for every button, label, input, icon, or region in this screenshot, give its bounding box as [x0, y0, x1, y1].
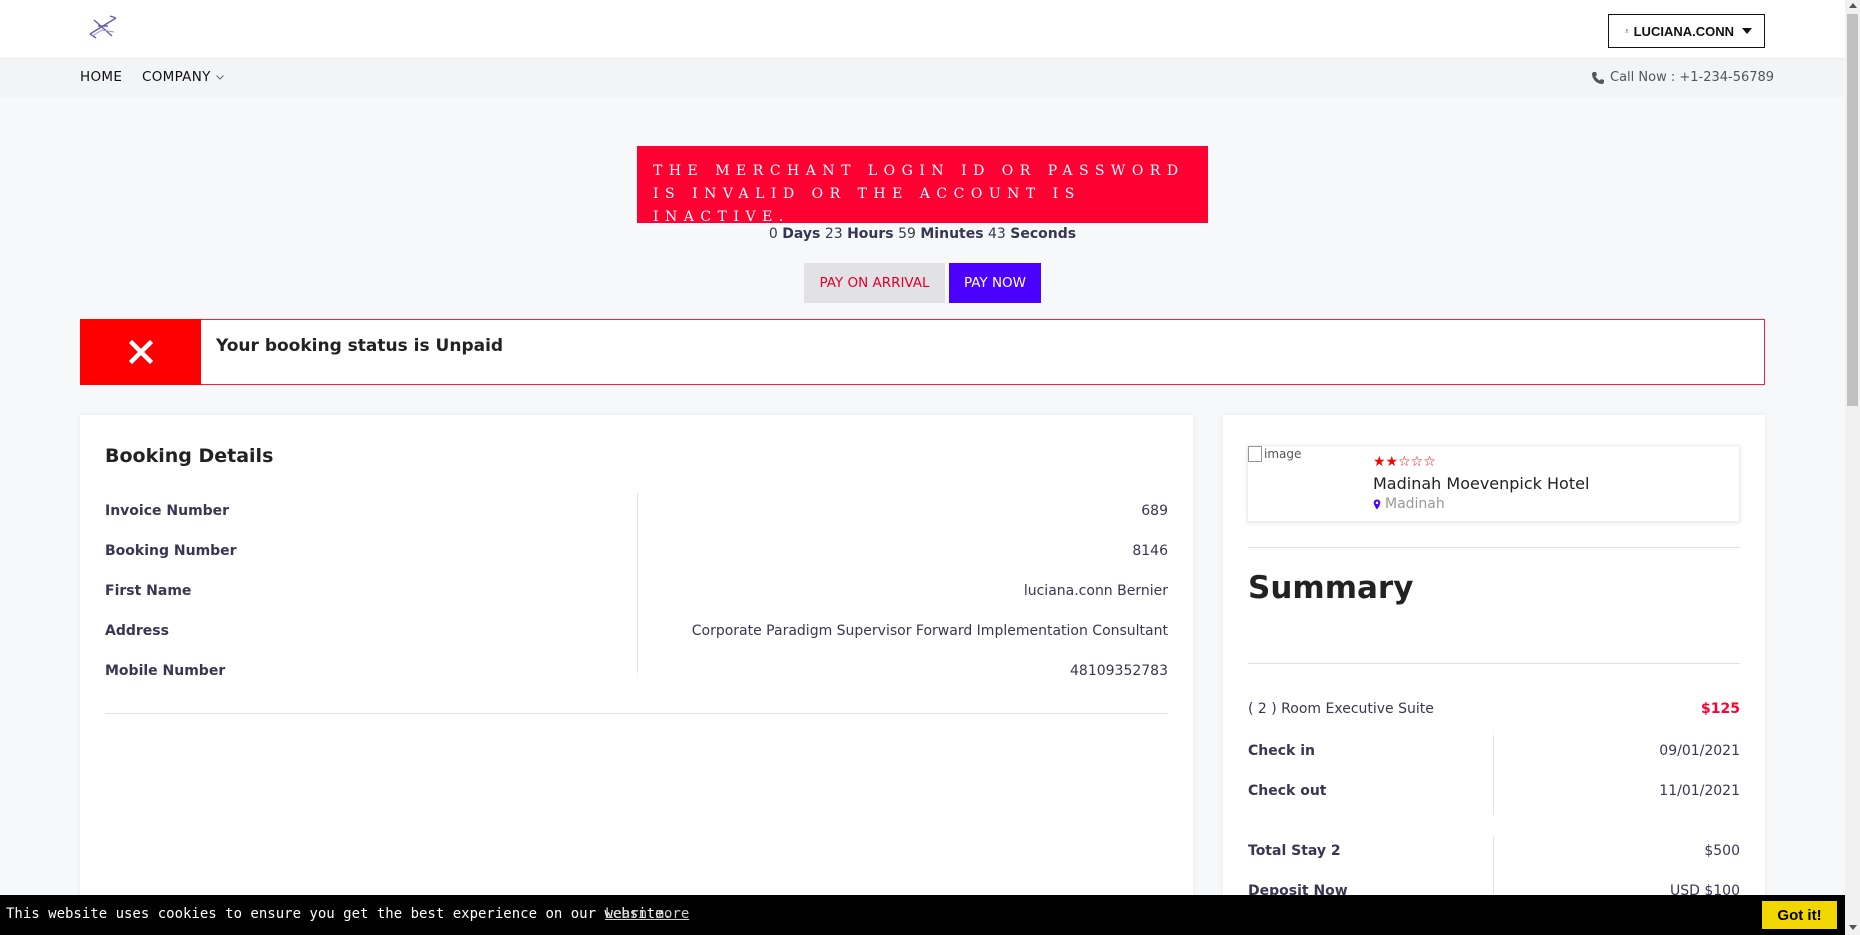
nav-company-dropdown[interactable]: COMPANY [142, 69, 224, 85]
countdown-days-label: Days [782, 226, 821, 242]
divider [1248, 663, 1740, 664]
total-stay-value: $500 [1704, 843, 1740, 859]
status-close-icon [80, 319, 201, 385]
pay-now-button[interactable]: PAY NOW [949, 263, 1041, 303]
countdown-seconds-label: Seconds [1010, 226, 1077, 242]
scroll-down-arrow-icon[interactable] [1849, 925, 1857, 930]
main-nav: HOME COMPANY Call Now : +1-234-56789 [0, 59, 1845, 97]
hotel-name: Madinah Moevenpick Hotel [1373, 474, 1590, 493]
countdown-hours-label: Hours [847, 226, 894, 242]
booking-row-mobile: Mobile Number 48109352783 [105, 653, 1168, 693]
row-label: Mobile Number [105, 663, 226, 679]
payment-error-alert: THE MERCHANT LOGIN ID OR PASSWORD IS INV… [637, 146, 1208, 225]
pay-on-arrival-button[interactable]: PAY ON ARRIVAL [804, 263, 945, 303]
countdown-days: 0 [768, 226, 778, 242]
summary-check-in-row: Check in 09/01/2021 [1248, 733, 1740, 773]
plane-logo-icon[interactable] [86, 12, 120, 42]
booking-row-booking-number: Booking Number 8146 [105, 533, 1168, 573]
user-icon [1625, 29, 1629, 33]
top-header: LUCIANA.CONN [0, 0, 1845, 59]
row-value: 48109352783 [1070, 663, 1168, 679]
booking-status-box: Your booking status is Unpaid [80, 319, 1765, 385]
countdown-minutes: 59 [898, 226, 916, 242]
countdown-seconds: 43 [988, 226, 1006, 242]
row-value: 689 [1141, 503, 1168, 519]
scroll-up-arrow-icon[interactable] [1849, 3, 1857, 8]
hotel-image-alt: image [1264, 447, 1302, 461]
check-in-label: Check in [1248, 743, 1315, 759]
booking-row-address: Address Corporate Paradigm Supervisor Fo… [105, 613, 1168, 653]
hotel-image: image [1248, 446, 1301, 462]
countdown-minutes-label: Minutes [920, 226, 984, 242]
hotel-card[interactable]: image ★★☆☆☆ Madinah Moevenpick Hotel Mad… [1247, 445, 1740, 522]
row-label: Address [105, 623, 169, 639]
hotel-location-text: Madinah [1385, 496, 1445, 512]
row-value: Corporate Paradigm Supervisor Forward Im… [691, 623, 1168, 639]
booking-details-card: Booking Details Invoice Number 689 Booki… [80, 415, 1193, 935]
cookie-message: This website uses cookies to ensure you … [6, 906, 672, 922]
room-price: $125 [1701, 701, 1740, 717]
user-name-label: LUCIANA.CONN [1633, 23, 1734, 39]
cookie-accept-button[interactable]: Got it! [1762, 901, 1837, 929]
total-stay-label: Total Stay 2 [1248, 843, 1341, 859]
summary-check-out-row: Check out 11/01/2021 [1248, 773, 1740, 813]
row-value: 8146 [1132, 543, 1168, 559]
call-now-text: Call Now : +1-234-56789 [1610, 70, 1775, 85]
booking-row-invoice: Invoice Number 689 [105, 493, 1168, 533]
row-label: First Name [105, 583, 192, 599]
summary-total-stay-row: Total Stay 2 $500 [1248, 833, 1740, 873]
call-now: Call Now : +1-234-56789 [1591, 70, 1774, 85]
nav-home-link[interactable]: HOME [80, 69, 122, 85]
star-rating: ★★☆☆☆ [1373, 454, 1436, 470]
row-value: luciana.conn Bernier [1023, 583, 1168, 599]
nav-company-label: COMPANY [142, 69, 211, 85]
divider [105, 713, 1168, 714]
check-out-label: Check out [1248, 783, 1327, 799]
booking-details-title: Booking Details [105, 445, 274, 467]
check-out-value: 11/01/2021 [1659, 783, 1740, 799]
broken-image-icon [1248, 446, 1262, 462]
row-label: Invoice Number [105, 503, 230, 519]
summary-room-row: ( 2 ) Room Executive Suite $125 [1248, 691, 1740, 731]
summary-title: Summary [1248, 570, 1414, 606]
room-label: ( 2 ) Room Executive Suite [1248, 701, 1434, 717]
divider [1248, 547, 1740, 548]
payment-countdown: 0 Days 23 Hours 59 Minutes 43 Seconds [0, 226, 1845, 242]
cookie-learn-more-link[interactable]: Learn more [605, 906, 689, 922]
check-in-value: 09/01/2021 [1659, 743, 1740, 759]
hotel-location: Madinah [1373, 496, 1445, 512]
page-scrollbar[interactable] [1845, 0, 1860, 935]
summary-card: image ★★☆☆☆ Madinah Moevenpick Hotel Mad… [1223, 415, 1765, 935]
countdown-hours: 23 [824, 226, 843, 242]
phone-icon [1592, 71, 1604, 84]
caret-down-icon [1742, 28, 1752, 34]
map-pin-icon [1373, 499, 1381, 509]
cookie-consent-bar: This website uses cookies to ensure you … [0, 895, 1845, 935]
scrollbar-thumb[interactable] [1847, 14, 1858, 406]
user-menu-button[interactable]: LUCIANA.CONN [1608, 14, 1765, 48]
booking-status-text: Your booking status is Unpaid [216, 336, 504, 356]
chevron-down-icon [215, 74, 224, 80]
row-label: Booking Number [105, 543, 237, 559]
booking-row-first-name: First Name luciana.conn Bernier [105, 573, 1168, 613]
